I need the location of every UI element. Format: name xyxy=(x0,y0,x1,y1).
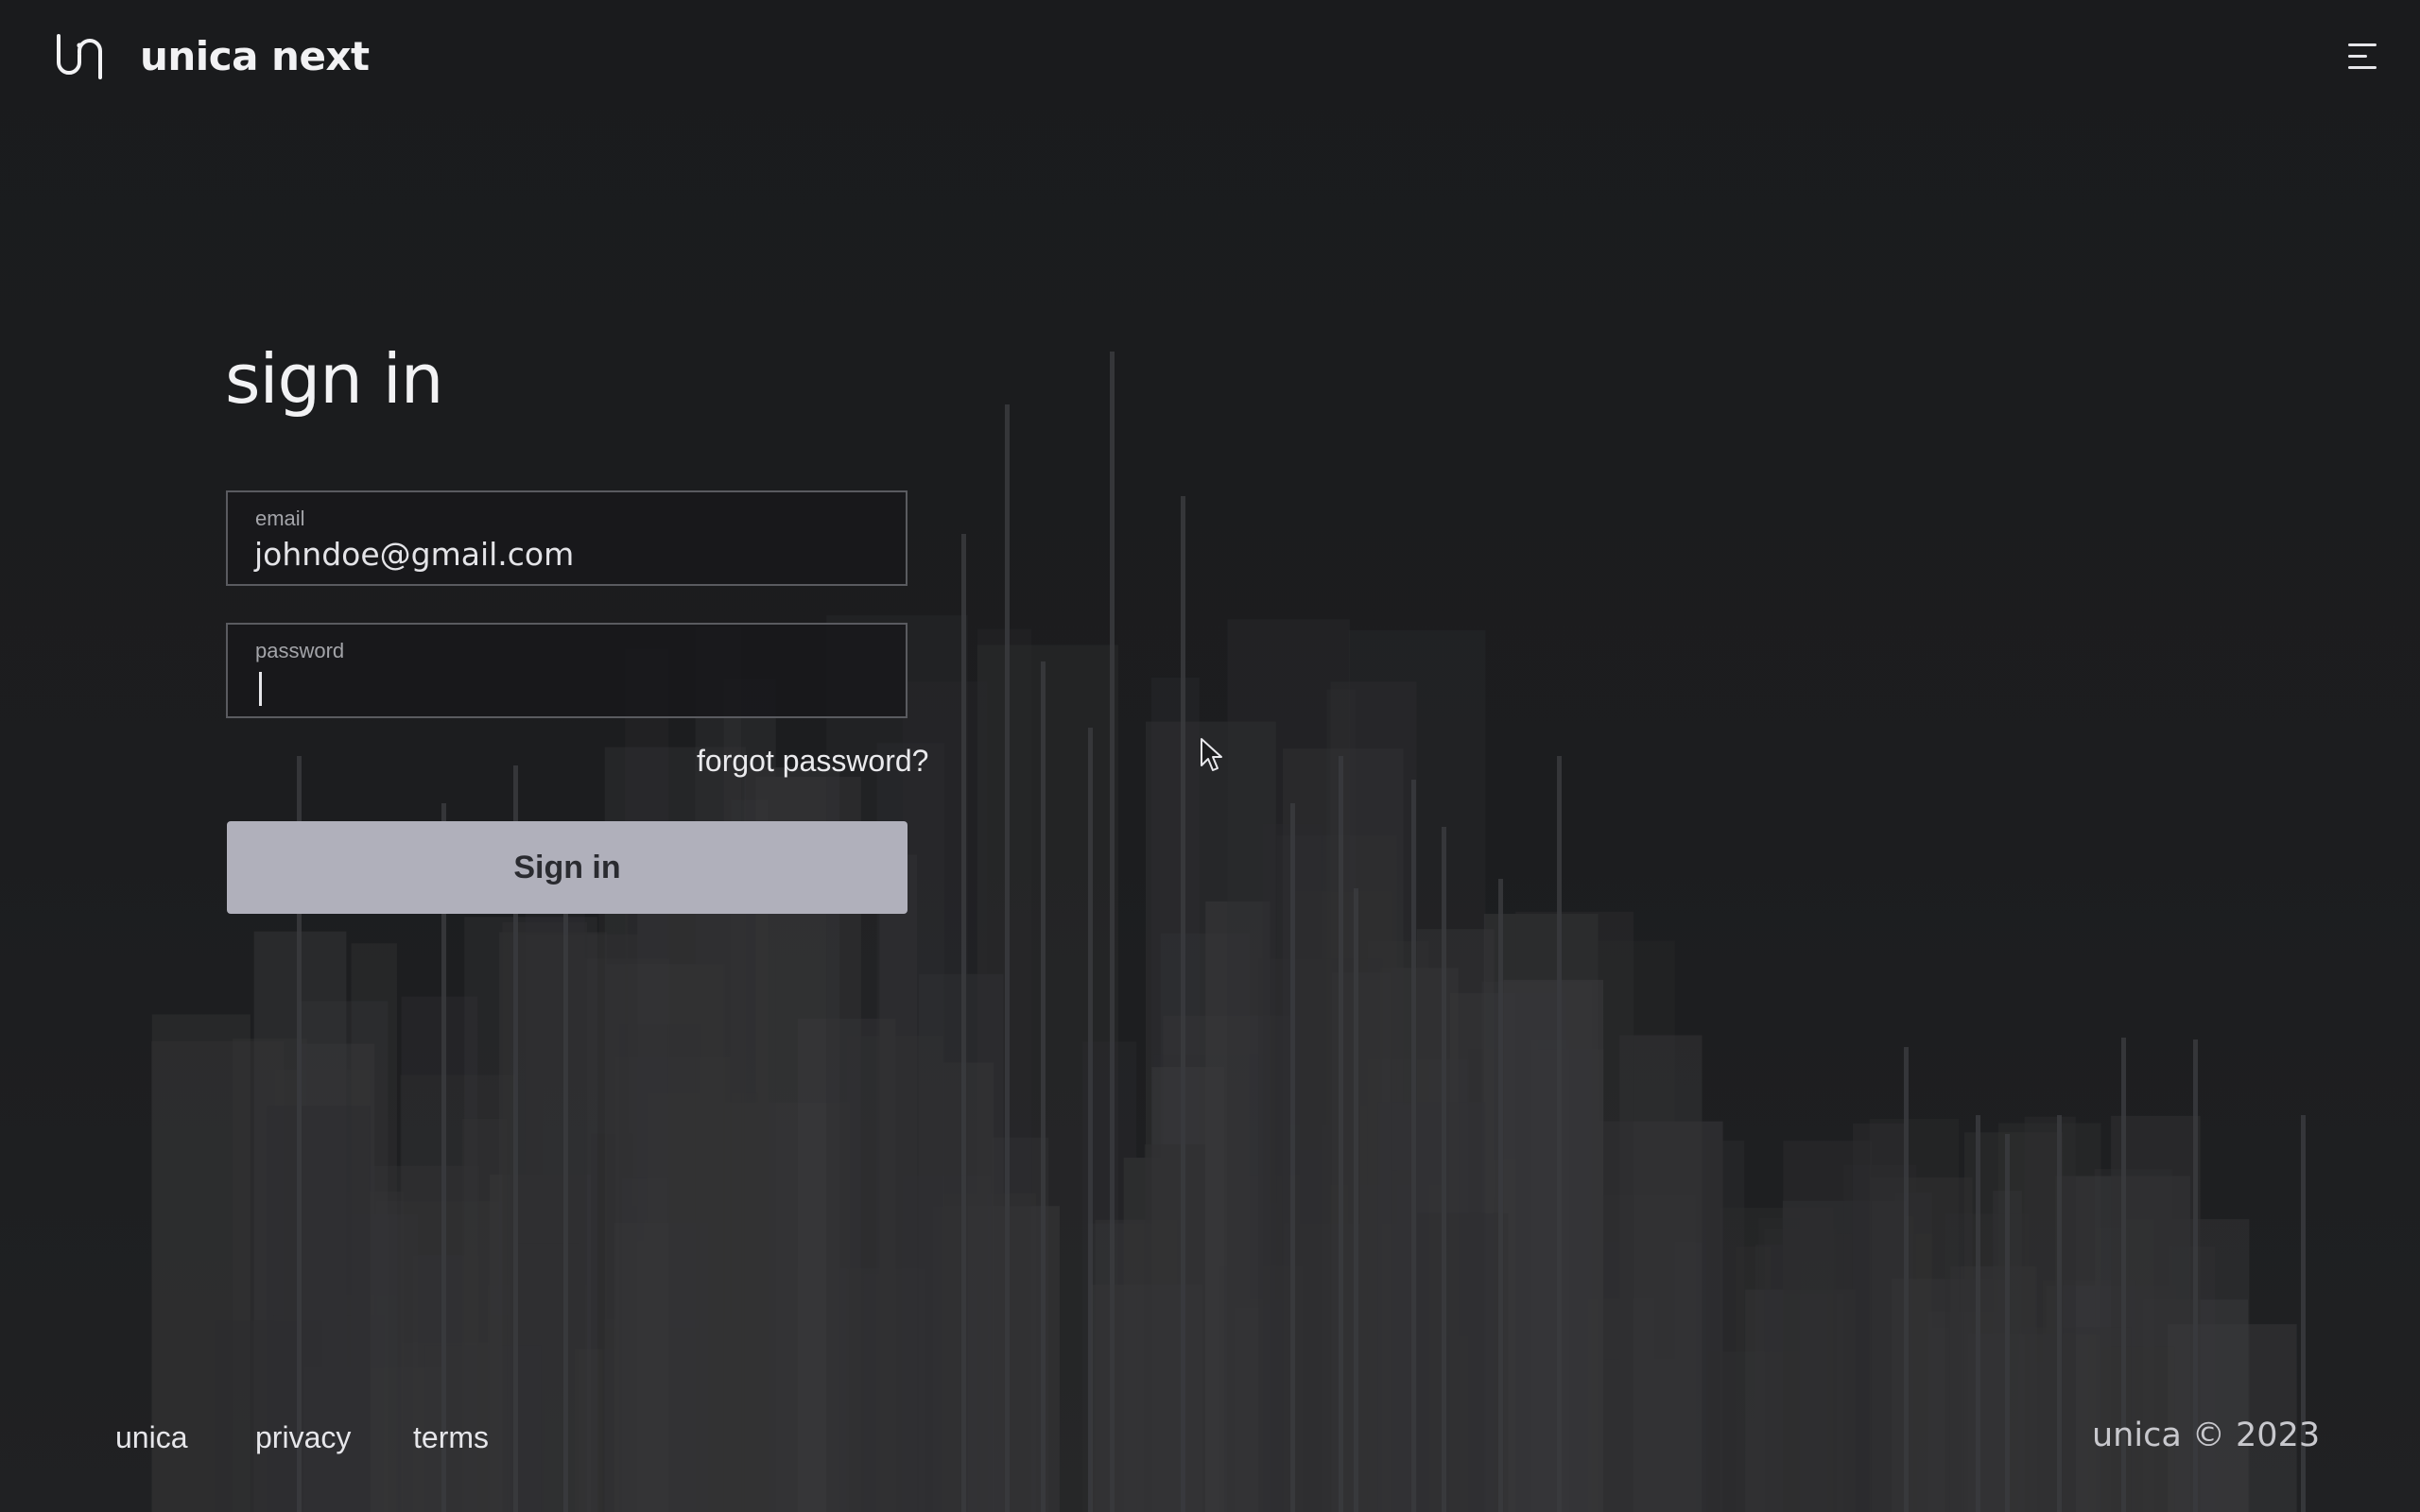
text-caret xyxy=(259,672,262,706)
copyright-text: unica © 2023 xyxy=(2092,1417,2321,1454)
mouse-pointer-icon xyxy=(1201,738,1222,771)
sign-in-button-label: Sign in xyxy=(513,849,621,885)
email-label: email xyxy=(255,507,305,530)
hamburger-menu-icon[interactable] xyxy=(2341,38,2386,76)
page-title: sign in xyxy=(225,339,443,419)
password-field[interactable]: password xyxy=(226,623,908,718)
brand-name[interactable]: unica next xyxy=(140,30,370,83)
footer-link-privacy[interactable]: privacy xyxy=(255,1418,351,1457)
sign-in-page: unica next sign in email johndoe@gmail.c… xyxy=(0,0,2420,1512)
sign-in-button[interactable]: Sign in xyxy=(227,821,908,914)
email-field[interactable]: email johndoe@gmail.com xyxy=(226,490,908,586)
footer-link-unica[interactable]: unica xyxy=(115,1418,188,1457)
unica-logo-icon[interactable] xyxy=(53,30,106,83)
password-label: password xyxy=(255,639,345,662)
forgot-password-link[interactable]: forgot password? xyxy=(697,741,928,781)
footer-link-terms[interactable]: terms xyxy=(413,1418,489,1457)
email-value[interactable]: johndoe@gmail.com xyxy=(254,534,574,576)
